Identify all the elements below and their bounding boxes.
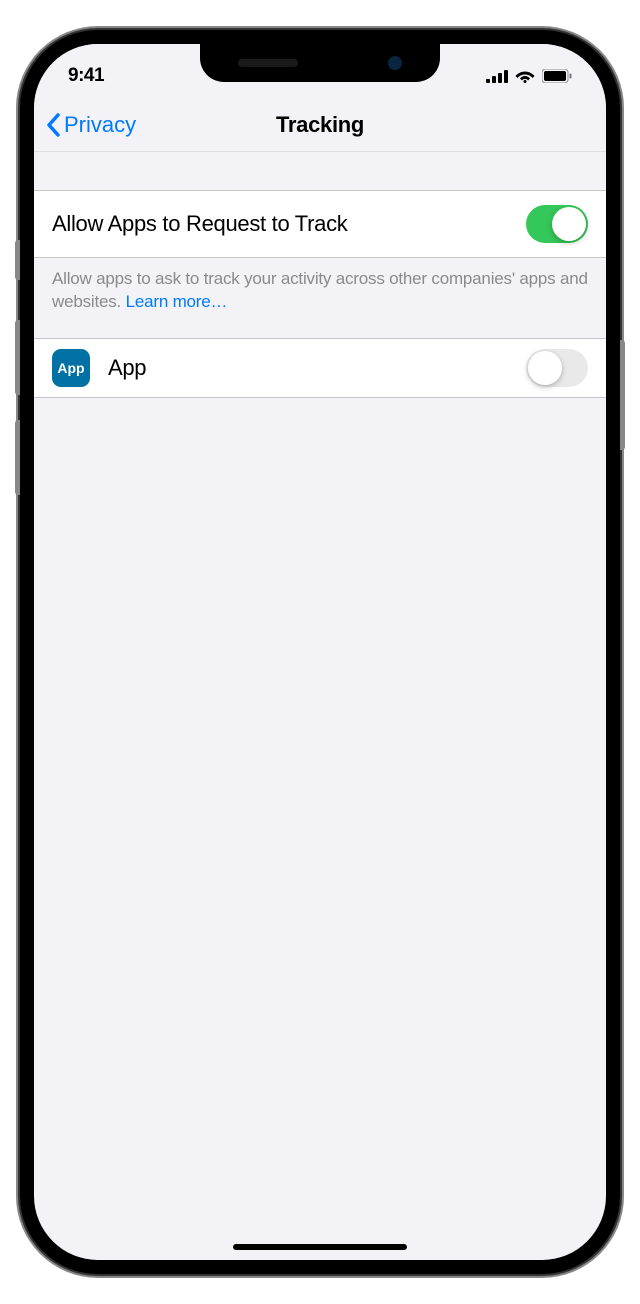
allow-apps-request-label: Allow Apps to Request to Track — [52, 211, 348, 237]
content: Allow Apps to Request to Track Allow app… — [34, 152, 606, 398]
volume-up-button — [15, 320, 20, 395]
app-tracking-toggle[interactable] — [526, 349, 588, 387]
power-button — [620, 340, 625, 450]
section-footer: Allow apps to ask to track your activity… — [34, 258, 606, 338]
mute-switch — [15, 240, 20, 280]
home-indicator[interactable] — [233, 1244, 407, 1250]
front-camera — [388, 56, 402, 70]
speaker — [238, 59, 298, 67]
app-icon: App — [52, 349, 90, 387]
app-icon-label: App — [57, 360, 84, 376]
battery-icon — [542, 69, 572, 83]
allow-apps-request-toggle[interactable] — [526, 205, 588, 243]
cellular-icon — [486, 70, 508, 83]
allow-apps-request-row: Allow Apps to Request to Track — [34, 190, 606, 258]
screen: 9:41 — [34, 44, 606, 1260]
learn-more-link[interactable]: Learn more… — [126, 292, 228, 311]
volume-down-button — [15, 420, 20, 495]
back-button[interactable]: Privacy — [46, 112, 136, 138]
wifi-icon — [515, 69, 535, 83]
app-row: App App — [34, 338, 606, 398]
chevron-left-icon — [46, 113, 60, 137]
nav-bar: Privacy Tracking — [34, 98, 606, 152]
notch — [200, 44, 440, 82]
back-label: Privacy — [64, 112, 136, 138]
app-name: App — [108, 355, 526, 381]
phone-frame: 9:41 — [20, 30, 620, 1274]
switch-knob — [528, 351, 562, 385]
switch-knob — [552, 207, 586, 241]
nav-title: Tracking — [276, 112, 364, 138]
status-time: 9:41 — [68, 65, 104, 87]
status-icons — [486, 69, 572, 83]
